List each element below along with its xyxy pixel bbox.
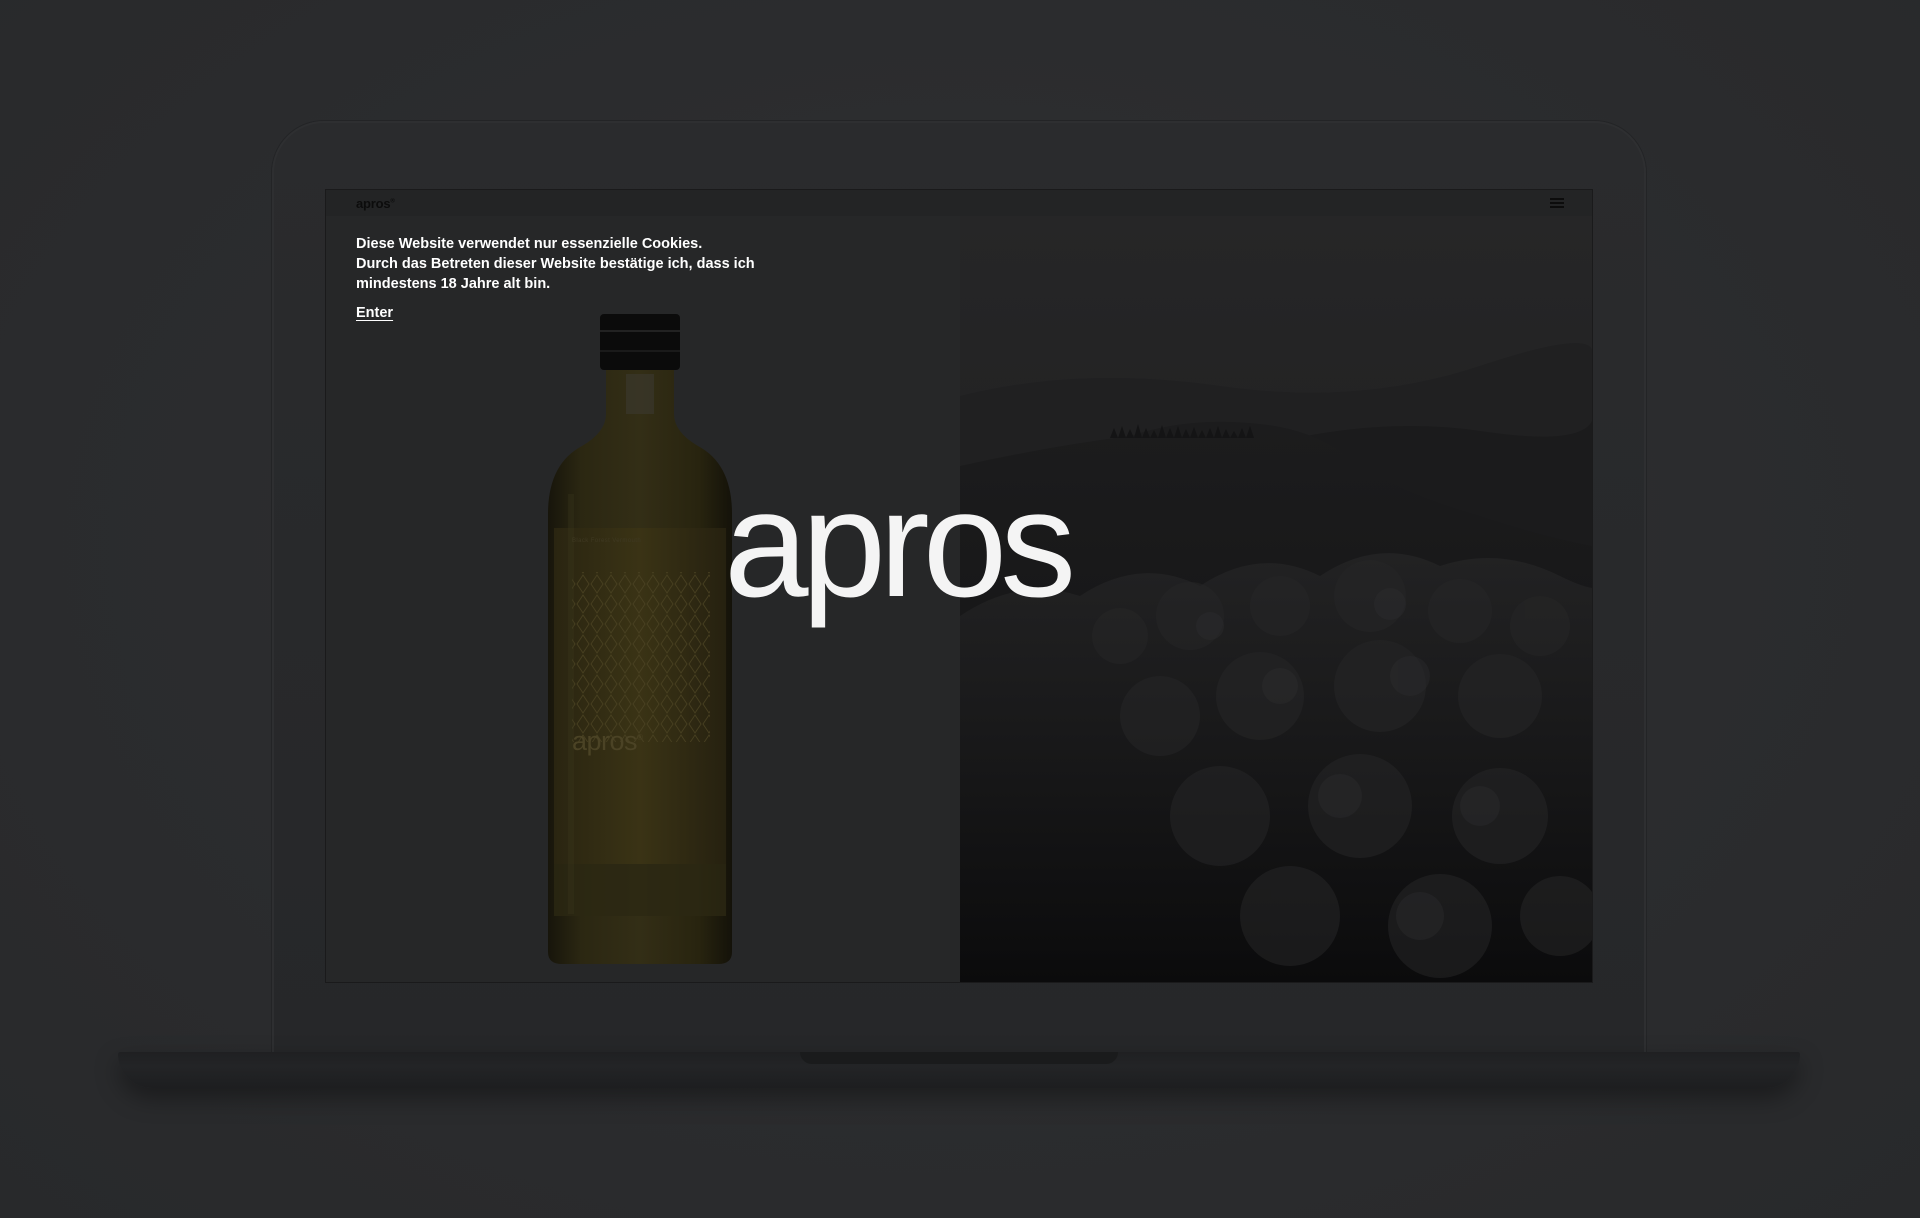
hero-brand-logo: apros [724,459,1076,629]
scene-background: apros® Black Forest Vermouth apros® Dies… [0,0,1920,1218]
enter-link[interactable]: Enter [356,305,393,321]
header-logo[interactable]: apros® [356,196,395,211]
laptop-screen: apros® Black Forest Vermouth apros® Dies… [326,190,1592,982]
bottle-brand-mark: ® [637,733,643,742]
bottle-tagline: Black Forest Vermouth [572,538,642,544]
bottle-brand-text: apros [572,726,638,756]
header-logo-text: apros [356,196,391,211]
cookie-notice-line-2: Durch das Betreten dieser Website bestät… [356,256,755,272]
cookie-notice-line-3: mindestens 18 Jahre alt bin. [356,276,551,292]
laptop-hinge-notch [800,1052,1118,1064]
vermouth-bottle-image [548,314,732,964]
header-logo-mark: ® [390,198,395,205]
site-header: apros® [326,190,1592,216]
cookie-notice-line-1: Diese Website verwendet nur essenzielle … [356,236,703,252]
bottle-brand-label: apros® [572,726,643,757]
hamburger-menu-icon[interactable] [1550,198,1564,209]
cookie-age-notice: Diese Website verwendet nur essenzielle … [356,234,826,294]
